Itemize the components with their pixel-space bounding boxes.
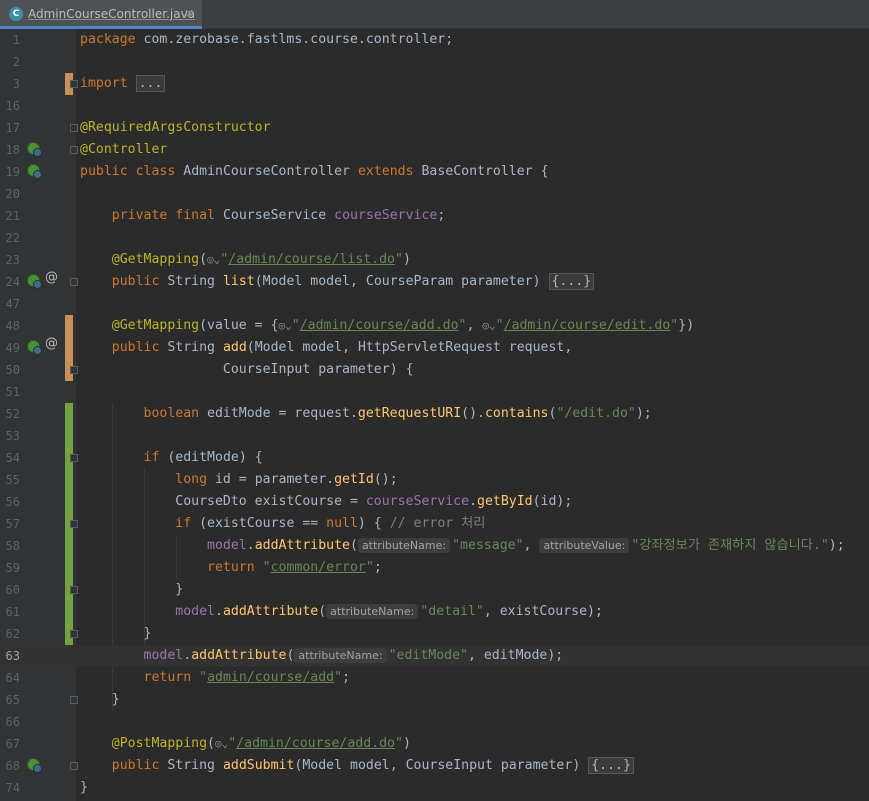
globe-icon[interactable]: ◎⌄ (215, 737, 228, 750)
line-number: 65 (5, 693, 20, 707)
code-line[interactable]: 18 @Controller (0, 139, 869, 161)
folded-imports[interactable]: ... (135, 75, 166, 92)
code-line[interactable]: 16 (0, 95, 869, 117)
code-line[interactable]: 49 public String add(Model model, HttpSe… (0, 337, 869, 359)
line-number: 22 (5, 231, 20, 245)
line-number: 2 (12, 55, 20, 69)
globe-icon[interactable]: ◎⌄ (279, 319, 292, 332)
line-number: 50 (5, 363, 20, 377)
line-number: 52 (5, 407, 20, 421)
line-number: 47 (5, 297, 20, 311)
code-line[interactable]: 57 if (existCourse == null) { // error 처… (0, 513, 869, 535)
code-line[interactable]: 62 } (0, 623, 869, 645)
code-line[interactable]: 64 return "admin/course/add"; (0, 667, 869, 689)
line-number: 3 (12, 77, 20, 91)
editor-tab-bar: C AdminCourseController.java × (0, 0, 869, 29)
code-line[interactable]: 58 model.addAttribute(attributeName: "mes… (0, 535, 869, 557)
line-number: 51 (5, 385, 20, 399)
code-line[interactable]: 2 (0, 51, 869, 73)
line-number: 55 (5, 473, 20, 487)
line-number: 49 (5, 341, 20, 355)
line-number: 19 (5, 165, 20, 179)
code-line[interactable]: 60 } (0, 579, 869, 601)
close-icon[interactable]: × (184, 6, 194, 20)
line-number: 58 (5, 539, 20, 553)
line-number: 48 (5, 319, 20, 333)
java-class-icon: C (9, 7, 23, 21)
parameter-hint: attributeValue: (539, 538, 630, 553)
folded-method-body[interactable]: {...} (588, 757, 634, 774)
line-number: 21 (5, 209, 20, 223)
line-number: 74 (5, 781, 20, 795)
line-number: 24 (5, 275, 20, 289)
code-line[interactable]: 66 (0, 711, 869, 733)
tab-admin-course-controller[interactable]: C AdminCourseController.java × (0, 0, 202, 29)
code-line[interactable]: 61 model.addAttribute(attributeName: "det… (0, 601, 869, 623)
code-line[interactable]: 65 } (0, 689, 869, 711)
line-number: 17 (5, 121, 20, 135)
line-number: 63 (5, 649, 20, 663)
code-line-current[interactable]: 63 model.addAttribute(attributeName: "edi… (0, 645, 869, 667)
code-line[interactable]: 59 return "common/error"; (0, 557, 869, 579)
code-line[interactable]: 17 @RequiredArgsConstructor (0, 117, 869, 139)
line-number: 59 (5, 561, 20, 575)
code-line[interactable]: 67 @PostMapping(◎⌄"/admin/course/add.do"… (0, 733, 869, 755)
code-line[interactable]: 51 (0, 381, 869, 403)
code-line[interactable]: 23 @GetMapping(◎⌄"/admin/course/list.do"… (0, 249, 869, 271)
code-line[interactable]: 53 (0, 425, 869, 447)
tab-title: AdminCourseController.java (28, 7, 196, 21)
code-line[interactable]: 74 } (0, 777, 869, 799)
code-line[interactable]: 47 (0, 293, 869, 315)
code-line[interactable]: 55 long id = parameter.getId(); (0, 469, 869, 491)
line-number: 57 (5, 517, 20, 531)
line-number: 64 (5, 671, 20, 685)
code-line[interactable]: 52 boolean editMode = request.getRequest… (0, 403, 869, 425)
line-number: 62 (5, 627, 20, 641)
line-number: 66 (5, 715, 20, 729)
line-number: 56 (5, 495, 20, 509)
code-line[interactable]: 3 import ... (0, 73, 869, 95)
line-number: 67 (5, 737, 20, 751)
line-number: 68 (5, 759, 20, 773)
line-number: 18 (5, 143, 20, 157)
line-number: 1 (12, 33, 20, 47)
line-number: 23 (5, 253, 20, 267)
code-line[interactable]: 68 public String addSubmit(Model model, … (0, 755, 869, 777)
code-editor[interactable]: @ @ 1 package com.zerobase.fastlms.cours… (0, 29, 869, 801)
code-line[interactable]: 24 public String list(Model model, Cours… (0, 271, 869, 293)
line-number: 54 (5, 451, 20, 465)
line-number: 20 (5, 187, 20, 201)
parameter-hint: attributeName: (294, 648, 387, 663)
code-line[interactable]: 56 CourseDto existCourse = courseService… (0, 491, 869, 513)
code-line[interactable]: 50 CourseInput parameter) { (0, 359, 869, 381)
line-number: 60 (5, 583, 20, 597)
code-line[interactable]: 48 @GetMapping(value = {◎⌄"/admin/course… (0, 315, 869, 337)
globe-icon[interactable]: ◎⌄ (207, 253, 220, 266)
line-number: 16 (5, 99, 20, 113)
code-line[interactable]: 22 (0, 227, 869, 249)
line-number: 53 (5, 429, 20, 443)
line-number: 61 (5, 605, 20, 619)
code-line[interactable]: 21 private final CourseService courseSer… (0, 205, 869, 227)
parameter-hint: attributeName: (326, 604, 419, 619)
code-line[interactable]: 20 (0, 183, 869, 205)
code-line[interactable]: 1 package com.zerobase.fastlms.course.co… (0, 29, 869, 51)
folded-method-body[interactable]: {...} (548, 273, 595, 290)
globe-icon[interactable]: ◎⌄ (482, 319, 495, 332)
code-line[interactable]: 19 public class AdminCourseController ex… (0, 161, 869, 183)
code-line[interactable]: 54 if (editMode) { (0, 447, 869, 469)
parameter-hint: attributeName: (357, 538, 451, 553)
